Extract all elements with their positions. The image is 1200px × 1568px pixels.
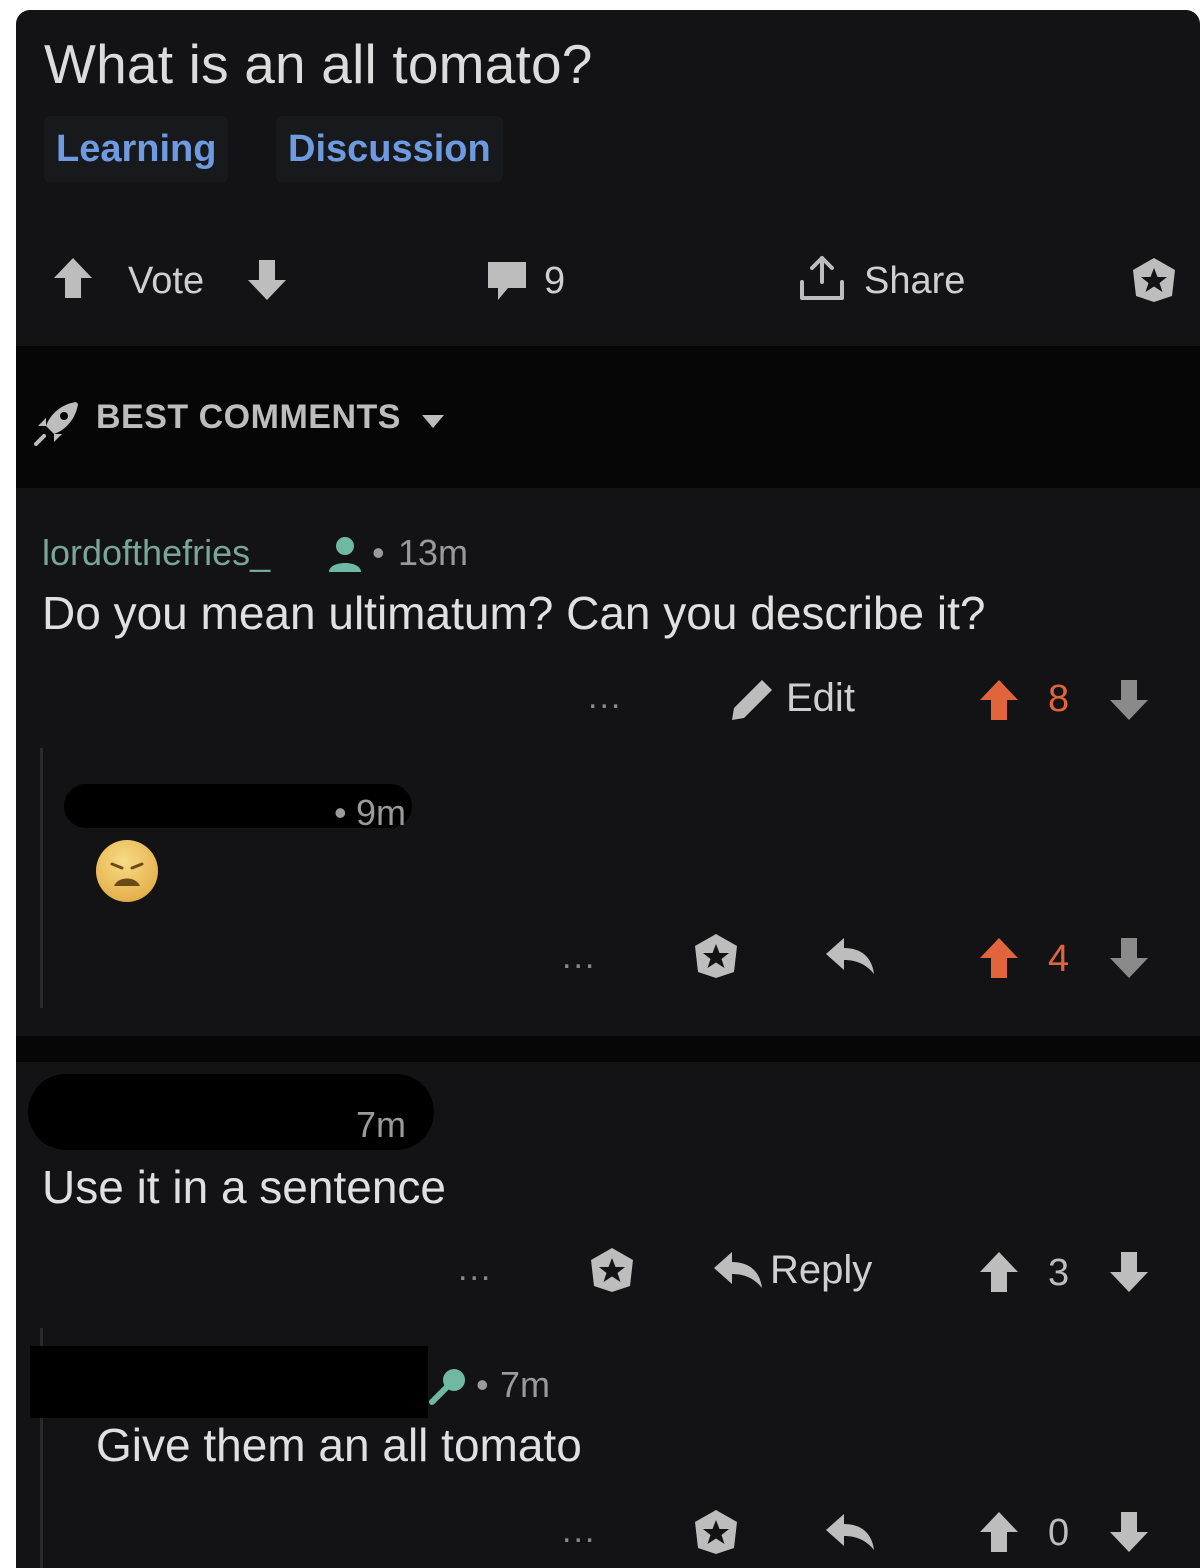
comment-body: Give them an all tomato <box>96 1419 582 1471</box>
reply-arrow-icon[interactable] <box>712 1250 764 1290</box>
comment-time: 7m <box>356 1104 407 1145</box>
tag-discussion[interactable]: Discussion <box>276 116 503 182</box>
reply-button[interactable]: Reply <box>770 1248 872 1293</box>
award-icon[interactable] <box>586 1246 638 1294</box>
comment-score: 3 <box>1048 1252 1070 1294</box>
downvote-arrow-icon[interactable] <box>1108 1510 1150 1554</box>
comment-separator-dot: • <box>476 1364 489 1405</box>
downvote-arrow-icon[interactable] <box>1108 936 1150 980</box>
comment-body: Use it in a sentence <box>42 1161 447 1213</box>
downvote-arrow-icon[interactable] <box>1108 678 1150 722</box>
downvote-arrow-icon[interactable] <box>246 258 288 302</box>
more-options-button[interactable]: ... <box>562 1512 596 1551</box>
upvote-arrow-icon[interactable] <box>52 256 94 300</box>
weary-face-emoji <box>96 840 158 902</box>
microphone-icon <box>429 1369 465 1405</box>
comment-count: 9 <box>544 260 566 302</box>
comment-time: 13m <box>398 532 469 573</box>
edit-button[interactable]: Edit <box>786 676 855 721</box>
more-options-button[interactable]: ... <box>588 678 622 717</box>
comment-score: 8 <box>1048 678 1070 720</box>
award-icon[interactable] <box>1128 256 1180 304</box>
weary-face-icon <box>110 862 144 886</box>
comment-time: 9m <box>356 792 407 833</box>
comment-score: 4 <box>1048 938 1070 980</box>
reply-arrow-icon[interactable] <box>824 1512 876 1552</box>
tag-learning[interactable]: Learning <box>44 116 229 182</box>
comment-bubble-icon[interactable] <box>484 260 530 302</box>
rocket-icon <box>34 402 78 446</box>
upvote-arrow-icon[interactable] <box>978 678 1020 722</box>
comment-time: 7m <box>500 1364 551 1405</box>
upvote-arrow-icon[interactable] <box>978 1250 1020 1294</box>
thread-line <box>40 748 43 1008</box>
comment-score: 0 <box>1048 1512 1070 1554</box>
comment-separator-dot: • <box>334 792 347 833</box>
op-user-icon <box>329 537 361 572</box>
share-icon[interactable] <box>796 252 848 304</box>
redacted-username <box>30 1346 428 1418</box>
award-icon[interactable] <box>690 1508 742 1556</box>
comment-divider <box>16 1036 1200 1062</box>
reply-arrow-icon[interactable] <box>824 936 876 976</box>
share-label[interactable]: Share <box>864 260 965 303</box>
upvote-arrow-icon[interactable] <box>978 936 1020 980</box>
post-screen: What is an all tomato? Learning Discussi… <box>16 10 1200 1568</box>
award-icon[interactable] <box>690 932 742 980</box>
comment-username[interactable]: lordofthefries_ <box>42 532 270 574</box>
vote-label: Vote <box>128 260 205 302</box>
more-options-button[interactable]: ... <box>458 1250 492 1289</box>
comment-separator-dot: • <box>372 532 385 573</box>
downvote-arrow-icon[interactable] <box>1108 1250 1150 1294</box>
more-options-button[interactable]: ... <box>562 938 596 977</box>
chevron-down-icon[interactable] <box>420 412 446 430</box>
post-title: What is an all tomato? <box>44 33 593 95</box>
pencil-icon[interactable] <box>728 676 776 724</box>
comment-body: Do you mean ultimatum? Can you describe … <box>42 587 986 639</box>
upvote-arrow-icon[interactable] <box>978 1510 1020 1554</box>
sort-dropdown-label[interactable]: BEST COMMENTS <box>96 398 401 437</box>
